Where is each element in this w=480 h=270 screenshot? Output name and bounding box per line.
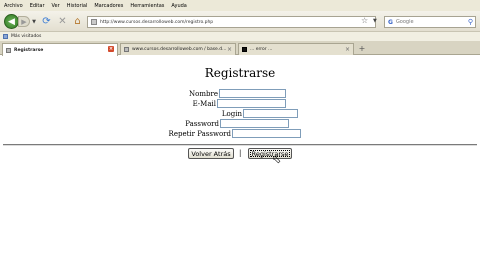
history-dropdown-icon[interactable]: ▼ bbox=[31, 17, 37, 26]
search-box[interactable]: G Google ⚲ bbox=[384, 16, 476, 28]
tab-registrarse[interactable]: Registrarse × bbox=[2, 43, 118, 56]
menu-tools[interactable]: Herramientas bbox=[130, 3, 164, 9]
tab-strip: Registrarse × www.cursos.desarrolloweb.c… bbox=[0, 41, 480, 56]
tab-label: Registrarse bbox=[14, 47, 44, 53]
mouse-cursor-icon: ⬁ bbox=[272, 153, 282, 166]
reload-icon[interactable]: ⟳ bbox=[41, 16, 52, 27]
tab-favicon-icon bbox=[242, 47, 247, 52]
password-label: Password bbox=[185, 119, 219, 128]
form-row-login: Login bbox=[150, 109, 298, 118]
form-row-password: Password bbox=[150, 119, 289, 128]
menu-bookmarks[interactable]: Marcadores bbox=[94, 3, 123, 9]
bookmarks-toolbar: Más visitados bbox=[0, 32, 480, 41]
close-tab-icon[interactable]: × bbox=[227, 46, 232, 53]
close-tab-icon[interactable]: × bbox=[108, 46, 114, 52]
form-row-repeat-password: Repetir Password bbox=[150, 129, 301, 138]
button-separator: | bbox=[239, 149, 242, 157]
page-content: Registrarse Nombre E-Mail Login Password… bbox=[0, 56, 480, 270]
forward-arrow-icon: ▶ bbox=[21, 17, 27, 26]
back-arrow-icon: ◀ bbox=[8, 16, 15, 27]
site-favicon-icon bbox=[91, 19, 97, 25]
repeat-password-label: Repetir Password bbox=[168, 129, 231, 138]
tab-error[interactable]: ... error ... × bbox=[238, 43, 354, 55]
login-label: Login bbox=[221, 109, 242, 118]
menu-help[interactable]: Ayuda bbox=[171, 3, 186, 9]
menu-bar: Archivo Editar Ver Historial Marcadores … bbox=[0, 0, 480, 11]
tab-label: www.cursos.desarrolloweb.com / base.d... bbox=[132, 47, 227, 52]
horizontal-rule bbox=[3, 144, 477, 146]
new-tab-icon[interactable]: + bbox=[357, 44, 367, 54]
navigation-toolbar: ◀ ▶ ▼ ⟳ ✕ ⌂ http://www.cursos.desarrollo… bbox=[0, 11, 480, 32]
form-row-nombre: Nombre bbox=[150, 89, 286, 98]
search-icon[interactable]: ⚲ bbox=[468, 18, 473, 26]
search-placeholder: Google bbox=[395, 19, 414, 25]
form-row-email: E-Mail bbox=[150, 99, 286, 108]
email-label: E-Mail bbox=[192, 99, 216, 108]
menu-history[interactable]: Historial bbox=[67, 3, 88, 9]
home-icon[interactable]: ⌂ bbox=[72, 16, 83, 27]
forward-button[interactable]: ▶ bbox=[18, 16, 30, 27]
bookmark-most-visited[interactable]: Más visitados bbox=[11, 34, 41, 39]
bookmark-folder-icon bbox=[3, 34, 8, 39]
nombre-label: Nombre bbox=[189, 89, 218, 98]
address-bar[interactable]: http://www.cursos.desarrolloweb.com/regi… bbox=[87, 16, 376, 28]
email-input[interactable] bbox=[217, 99, 286, 108]
tab-label: ... error ... bbox=[250, 47, 273, 52]
back-form-button[interactable]: Volver Atrás bbox=[188, 148, 234, 159]
password-input[interactable] bbox=[220, 119, 289, 128]
nombre-input[interactable] bbox=[219, 89, 286, 98]
bookmark-star-icon[interactable]: ☆ bbox=[361, 16, 368, 25]
stop-icon[interactable]: ✕ bbox=[57, 16, 68, 27]
menu-edit[interactable]: Editar bbox=[30, 3, 45, 9]
menu-view[interactable]: Ver bbox=[52, 3, 60, 9]
register-button[interactable]: Registrarse bbox=[248, 148, 292, 159]
google-engine-icon[interactable]: G bbox=[388, 19, 393, 26]
close-tab-icon[interactable]: × bbox=[345, 46, 350, 53]
tab-favicon-icon bbox=[6, 47, 11, 53]
tab-database[interactable]: www.cursos.desarrolloweb.com / base.d...… bbox=[120, 43, 236, 55]
address-text: http://www.cursos.desarrolloweb.com/regi… bbox=[100, 19, 214, 25]
url-dropdown-icon[interactable]: ▼ bbox=[373, 18, 377, 24]
login-input[interactable] bbox=[243, 109, 298, 118]
page-title: Registrarse bbox=[204, 66, 276, 80]
repeat-password-input[interactable] bbox=[232, 129, 301, 138]
menu-file[interactable]: Archivo bbox=[4, 3, 23, 9]
back-button[interactable]: ◀ bbox=[4, 14, 19, 29]
tab-favicon-icon bbox=[124, 47, 129, 52]
